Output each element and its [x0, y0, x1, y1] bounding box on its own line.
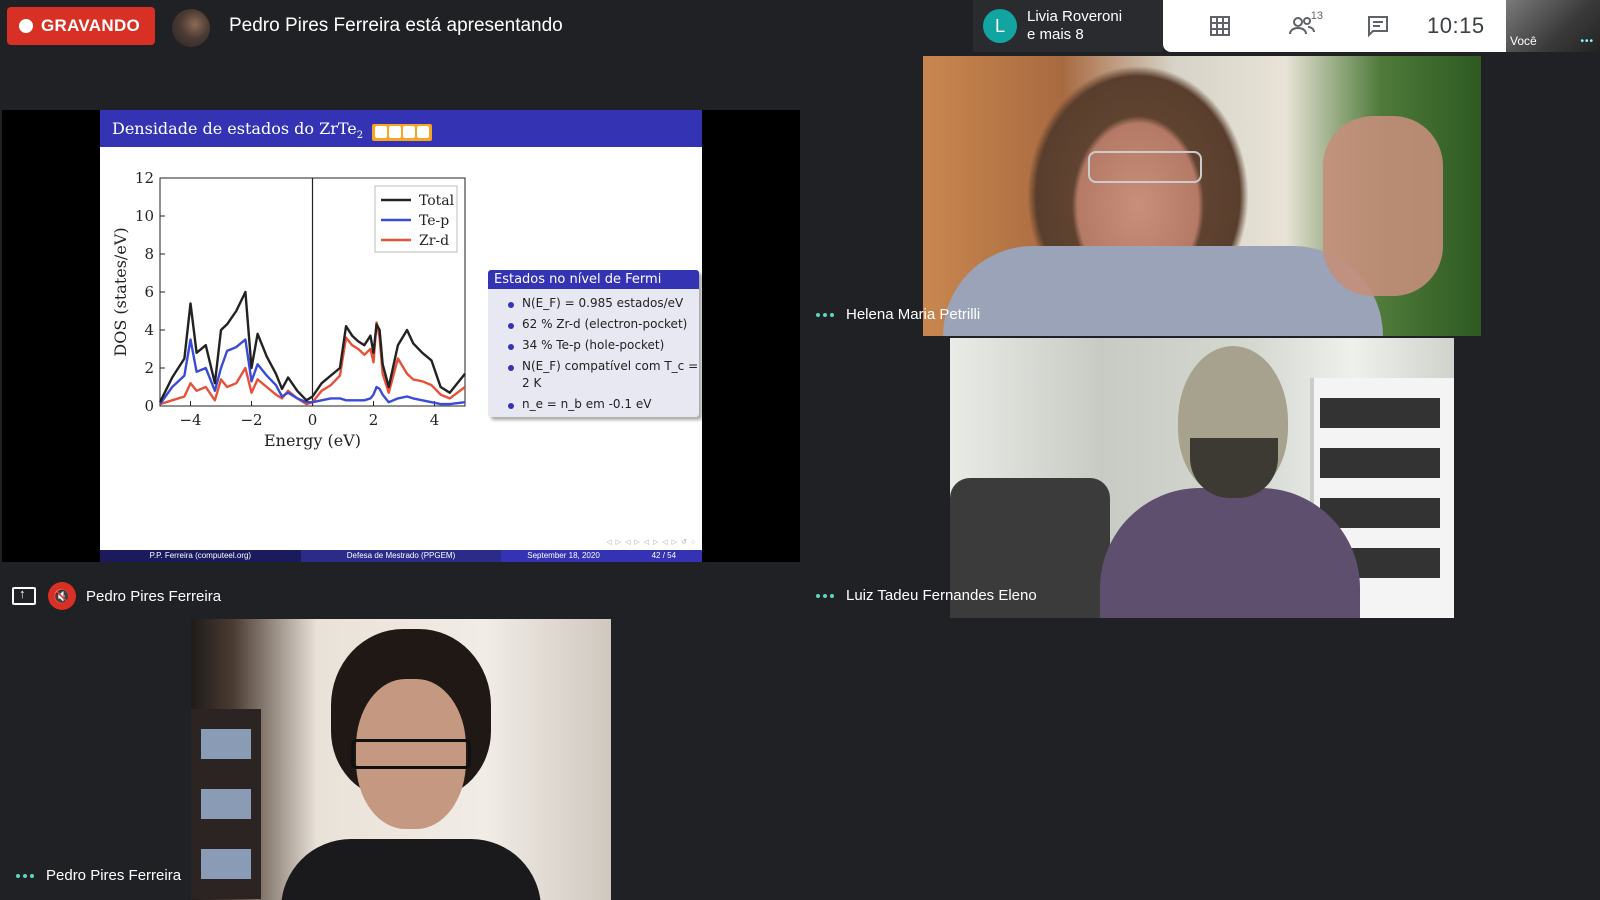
x-tick-label: 2 — [369, 411, 379, 429]
dos-chart: 0 2 4 6 8 10 12 −4 −2 0 2 4 Energy (eV) DOS (states/e… — [111, 169, 466, 450]
present-screen-icon[interactable] — [12, 586, 36, 605]
slide-footer-event: Defesa de Mestrado (PPGEM) — [300, 550, 502, 562]
legend-label: Total — [419, 193, 455, 209]
fermi-item: N(E_F) compatível com T_c = 2 K — [488, 356, 699, 394]
fermi-box-title: Estados no nível de Fermi — [488, 270, 699, 289]
slide-footer-right: September 18, 2020 42 / 54 — [501, 550, 702, 562]
recording-label: GRAVANDO — [41, 16, 141, 35]
y-tick-label: 10 — [135, 207, 154, 225]
self-view-tile[interactable]: Você ••• — [1506, 0, 1600, 52]
slide-footer-author: P.P. Ferreira (computeel.org) — [100, 550, 301, 562]
pinned-participant-name: Livia Roveroni — [1027, 8, 1123, 25]
more-options-icon[interactable] — [816, 312, 834, 317]
y-tick-label: 4 — [144, 321, 154, 339]
fermi-item: N(E_F) = 0.985 estados/eV — [488, 293, 699, 314]
y-tick-label: 2 — [144, 359, 154, 377]
fermi-item: n_e = n_b em -0.1 eV — [488, 394, 699, 415]
x-tick-label: 0 — [308, 411, 318, 429]
y-tick-label: 0 — [144, 397, 154, 415]
fermi-item: 62 % Zr-d (electron-pocket) — [488, 314, 699, 335]
fermi-level-box: Estados no nível de Fermi N(E_F) = 0.985… — [488, 270, 699, 417]
mic-off-icon: 🔇 — [48, 582, 76, 610]
meeting-clock: 10:15 — [1427, 13, 1485, 38]
pinned-participant-card[interactable]: L Livia Roveroni e mais 8 — [973, 0, 1163, 52]
browser-toolbar-icons[interactable] — [372, 124, 432, 141]
recording-badge[interactable]: GRAVANDO — [7, 7, 155, 45]
participants-count: 13 — [1310, 10, 1323, 22]
participant-name-helena: Helena Maria Petrilli — [846, 306, 981, 323]
more-options-icon[interactable]: ••• — [1580, 36, 1594, 47]
slide-footer-date: September 18, 2020 — [527, 551, 600, 560]
participant-name-luiz: Luiz Tadeu Fernandes Eleno — [846, 587, 1037, 604]
pinned-more-count: e mais 8 — [1027, 26, 1084, 43]
participant-avatar: L — [983, 9, 1017, 43]
x-axis-label: Energy (eV) — [264, 431, 361, 450]
grid-layout-button[interactable] — [1193, 6, 1247, 46]
presentation-slide: Densidade de estados do ZrTe2 0 2 4 6 8 10 12−… — [100, 110, 702, 562]
beamer-navigation-icons[interactable]: ◁ ▷ ◁ ▷ ◁ ▷ ◁ ▷ ↺ ○ — [606, 538, 696, 546]
more-options-icon[interactable] — [816, 593, 834, 598]
chat-button[interactable] — [1351, 6, 1405, 46]
presenting-status-text: Pedro Pires Ferreira está apresentando — [229, 15, 563, 36]
participant-name-pedro: Pedro Pires Ferreira — [46, 867, 182, 884]
meeting-toolbar: 13 10:15 — [1163, 0, 1506, 52]
recording-dot-icon — [19, 19, 33, 33]
presenter-avatar — [172, 9, 210, 47]
slide-footer: P.P. Ferreira (computeel.org) Defesa de … — [100, 550, 702, 562]
legend-label: Zr-d — [419, 233, 449, 249]
legend-label: Te-p — [419, 213, 449, 229]
helena-name-row: Helena Maria Petrilli — [816, 306, 980, 323]
slide-title-subscript: 2 — [356, 130, 364, 142]
x-tick-label: 4 — [430, 411, 440, 429]
video-tile-luiz[interactable] — [950, 338, 1454, 618]
people-button[interactable]: 13 — [1275, 6, 1329, 46]
pedro-name-row: Pedro Pires Ferreira — [16, 867, 181, 884]
presenter-name: Pedro Pires Ferreira — [86, 587, 222, 605]
y-axis-label: DOS (states/eV) — [111, 227, 130, 356]
y-tick-label: 12 — [135, 169, 154, 187]
x-tick-label: −2 — [240, 411, 262, 429]
presenter-name-row: 🔇 Pedro Pires Ferreira — [12, 582, 221, 610]
x-tick-label: −4 — [179, 411, 201, 429]
slide-footer-page: 42 / 54 — [651, 551, 677, 560]
slide-title: Densidade de estados do ZrTe — [112, 119, 357, 138]
fermi-list: N(E_F) = 0.985 estados/eV 62 % Zr-d (ele… — [488, 289, 699, 415]
y-tick-label: 8 — [144, 245, 154, 263]
more-options-icon[interactable] — [16, 873, 34, 878]
self-view-label: Você — [1510, 34, 1537, 48]
luiz-name-row: Luiz Tadeu Fernandes Eleno — [816, 587, 1037, 604]
fermi-item: 34 % Te-p (hole-pocket) — [488, 335, 699, 356]
grid-layout-icon — [1210, 16, 1230, 36]
video-tile-pedro[interactable] — [191, 619, 611, 900]
y-tick-label: 6 — [144, 283, 154, 301]
slide-title-bar: Densidade de estados do ZrTe2 — [100, 110, 702, 147]
video-tile-helena[interactable] — [923, 56, 1481, 336]
chat-icon — [1368, 16, 1388, 38]
